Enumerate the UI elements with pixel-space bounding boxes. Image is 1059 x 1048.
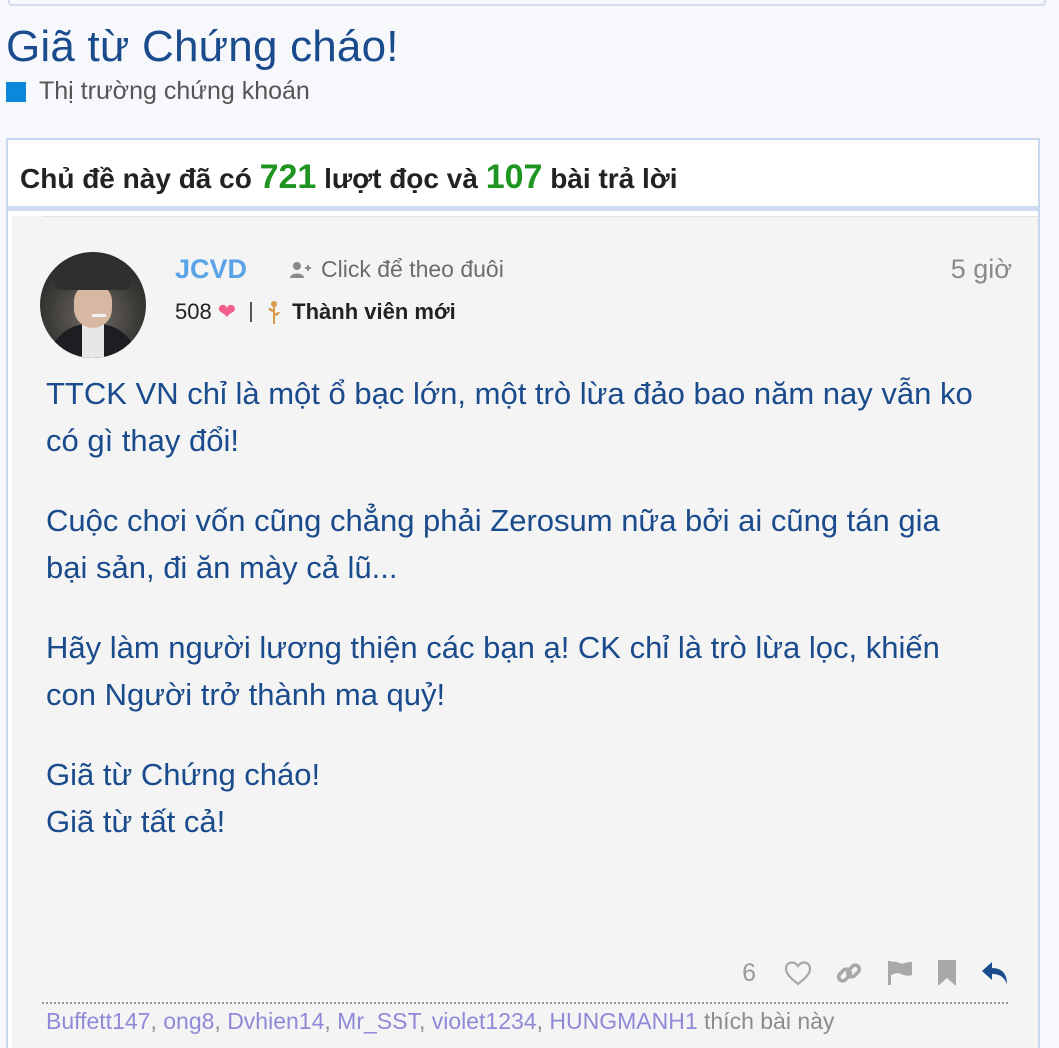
share-link-button[interactable] — [834, 958, 864, 988]
category-tag[interactable]: Thị trường chứng khoán — [6, 77, 310, 106]
follow-label[interactable]: Click để theo đuôi — [321, 256, 504, 283]
like-button[interactable] — [784, 960, 812, 986]
post-username[interactable]: JCVD — [175, 254, 247, 285]
liked-suffix: thích bài này — [704, 1008, 835, 1034]
follow-button[interactable]: Click để theo đuôi — [289, 256, 504, 283]
topic-container: Chủ đề này đã có 721 lượt đọc và 107 bài… — [6, 138, 1040, 1048]
replies-label: bài trả lời — [550, 163, 678, 194]
user-rank: Thành viên mới — [292, 299, 456, 324]
add-user-icon — [290, 261, 311, 278]
post-divider — [42, 216, 1038, 217]
page-title: Giã từ Chứng cháo! — [6, 22, 399, 71]
closing-line: Giã từ Chứng cháo! — [46, 757, 321, 792]
post-paragraph: TTCK VN chỉ là một ổ bạc lớn, một trò lừ… — [46, 376, 973, 458]
reputation-count: 508 — [175, 299, 212, 324]
liked-user[interactable]: Dvhien14 — [227, 1008, 324, 1034]
reply-button[interactable] — [980, 959, 1010, 987]
flag-button[interactable] — [886, 959, 914, 987]
topic-stats: Chủ đề này đã có 721 lượt đọc và 107 bài… — [20, 158, 677, 197]
closing-line: Giã từ tất cả! — [46, 804, 226, 839]
heart-outline-icon — [784, 961, 812, 986]
top-nav-edge — [8, 0, 1046, 6]
liked-by: Buffett147, ong8, Dvhien14, Mr_SST, viol… — [46, 1008, 835, 1034]
likes-divider — [42, 1002, 1008, 1004]
meta-separator — [250, 302, 253, 322]
post-paragraph: Cuộc chơi vốn cũng chẳng phải Zerosum nữ… — [46, 503, 940, 585]
bookmark-icon — [938, 960, 956, 986]
views-count: 721 — [259, 158, 317, 196]
post-body: TTCK VN chỉ là một ổ bạc lớn, một trò lừ… — [46, 370, 978, 878]
flag-icon — [888, 961, 912, 985]
heart-icon: ❤ — [217, 299, 237, 324]
link-icon — [836, 963, 862, 983]
category-color-badge — [6, 81, 26, 102]
reply-icon — [982, 962, 1007, 984]
liked-user[interactable]: ong8 — [163, 1008, 214, 1034]
post-actions: 6 — [742, 958, 1010, 988]
stats-prefix: Chủ đề này đã có — [20, 163, 252, 194]
post-card: JCVD Click để theo đuôi 5 giờ 508 ❤ Thàn… — [12, 216, 1038, 1048]
liked-user[interactable]: Mr_SST — [337, 1008, 419, 1034]
post-time[interactable]: 5 giờ — [951, 254, 1012, 285]
user-meta: 508 ❤ Thành viên mới — [175, 299, 456, 325]
liked-user[interactable]: violet1234 — [432, 1008, 537, 1034]
like-count[interactable]: 6 — [742, 959, 756, 988]
replies-count: 107 — [485, 158, 543, 196]
post-paragraph-closing: Giã từ Chứng cháo! Giã từ tất cả! — [46, 751, 978, 845]
post-paragraph: Hãy làm người lương thiện các bạn ạ! CK … — [46, 630, 940, 712]
bookmark-button[interactable] — [936, 959, 958, 987]
views-label: lượt đọc và — [324, 163, 478, 194]
stats-divider — [8, 206, 1038, 211]
avatar[interactable] — [40, 252, 146, 358]
category-label[interactable]: Thị trường chứng khoán — [39, 77, 310, 106]
liked-user[interactable]: HUNGMANH1 — [549, 1008, 697, 1034]
seedling-icon — [268, 301, 281, 324]
liked-user[interactable]: Buffett147 — [46, 1008, 150, 1034]
